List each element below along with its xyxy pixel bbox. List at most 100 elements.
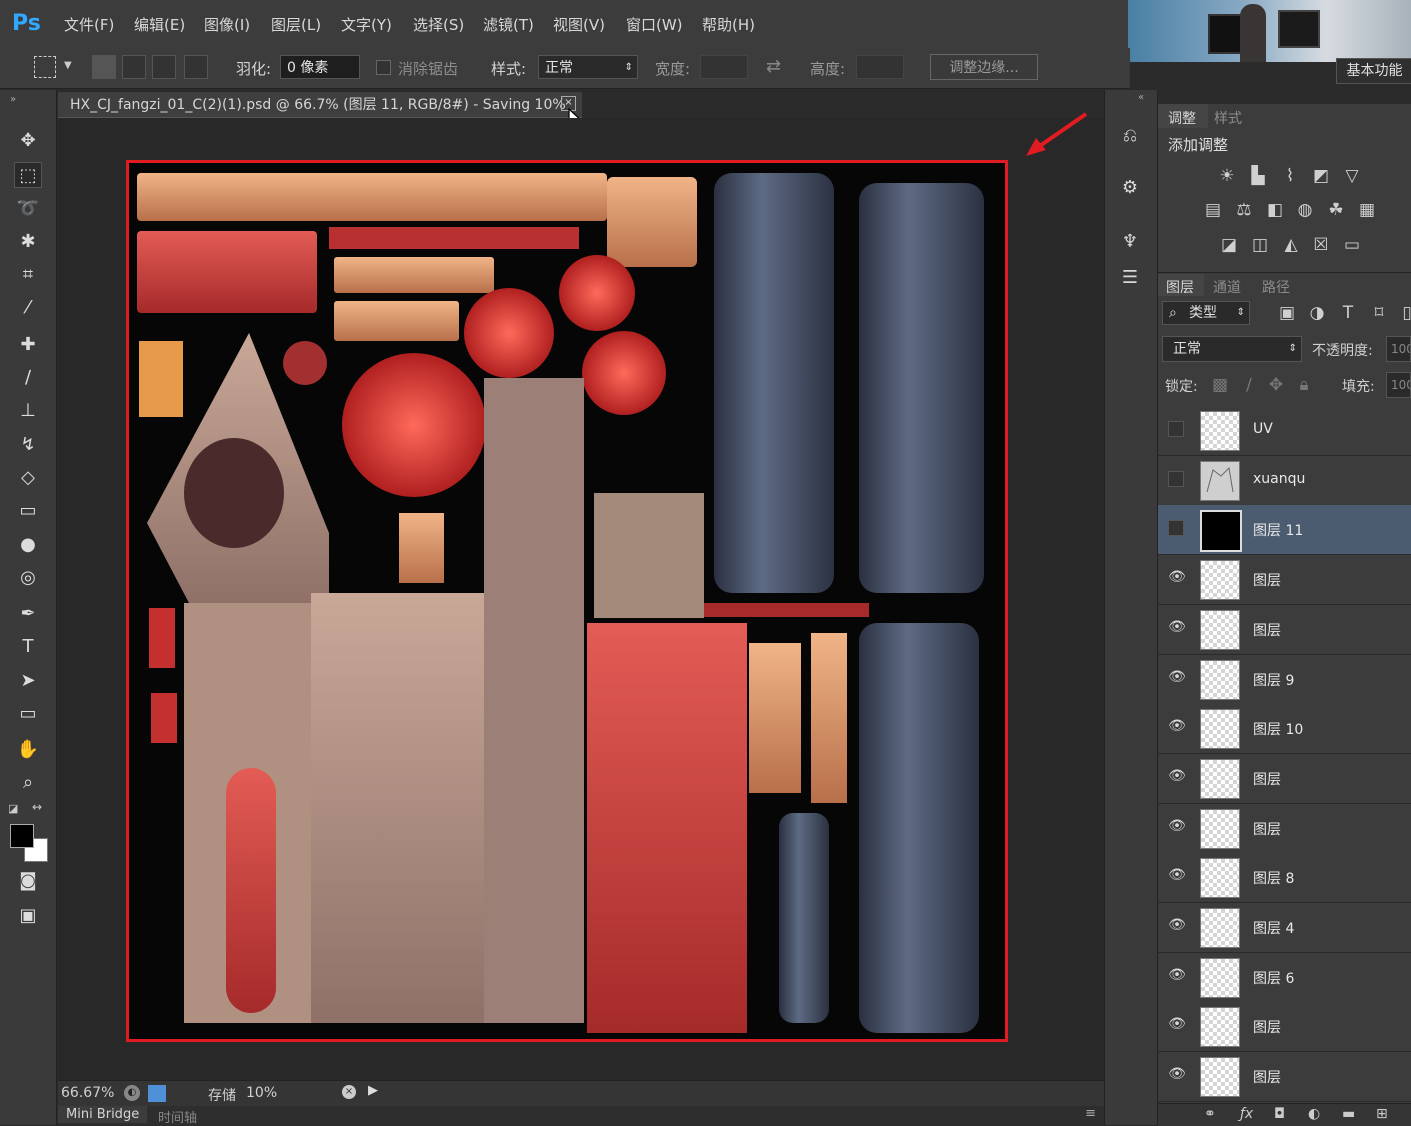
menu-type[interactable]: 文字(Y) xyxy=(341,14,392,35)
visibility-toggle[interactable] xyxy=(1168,471,1184,487)
foreground-color-swatch-front[interactable] xyxy=(10,824,34,848)
levels-icon[interactable]: ▙ xyxy=(1246,165,1270,187)
healing-brush-tool-icon[interactable]: ✚ xyxy=(14,332,42,358)
tab-mini-bridge[interactable]: Mini Bridge xyxy=(58,1106,148,1123)
layer-row[interactable]: 👁︎ 图层 9 xyxy=(1158,655,1411,705)
layer-row[interactable]: 👁︎ 图层 8 xyxy=(1158,853,1411,903)
vibrance-icon[interactable]: ▽ xyxy=(1340,165,1364,187)
threshold-icon[interactable]: ◭ xyxy=(1279,234,1303,256)
posterize-icon[interactable]: ◫ xyxy=(1248,234,1272,256)
lock-transparent-icon[interactable]: ▩ xyxy=(1208,374,1232,396)
antialias-checkbox[interactable] xyxy=(376,60,391,75)
layer-row[interactable]: UV xyxy=(1158,406,1411,456)
channel-mixer-icon[interactable]: ☘ xyxy=(1324,199,1348,221)
status-menu-arrow-icon[interactable]: ▶ xyxy=(368,1083,378,1098)
brightness-icon[interactable]: ☀ xyxy=(1215,165,1239,187)
filter-shape-icon[interactable]: ⌑ xyxy=(1367,302,1391,324)
filter-smart-object-icon[interactable]: ▯ xyxy=(1395,302,1411,324)
black-white-icon[interactable]: ◧ xyxy=(1263,199,1287,221)
visibility-eye-icon[interactable]: 👁︎ xyxy=(1168,568,1186,586)
fill-input[interactable]: 100 xyxy=(1386,372,1411,398)
tab-layers[interactable]: 图层 xyxy=(1166,277,1194,297)
history-panel-icon[interactable]: ⎌ xyxy=(1118,124,1142,148)
layer-row[interactable]: 👁︎ 图层 xyxy=(1158,1002,1411,1052)
style-select[interactable]: 正常 ⇕ xyxy=(538,55,638,79)
visibility-eye-icon[interactable]: 👁︎ xyxy=(1168,966,1186,984)
brush-tool-icon[interactable]: ∕ xyxy=(14,365,42,391)
layer-filter-select[interactable]: ⌕ 类型 ⇕ xyxy=(1162,301,1250,325)
rect-marquee-tool-icon[interactable]: ⬚ xyxy=(14,162,42,188)
move-tool-icon[interactable]: ✥ xyxy=(14,128,42,154)
menu-layer[interactable]: 图层(L) xyxy=(271,14,321,35)
menu-edit[interactable]: 编辑(E) xyxy=(134,14,185,35)
new-adjustment-layer-icon[interactable]: ◐ xyxy=(1308,1106,1320,1122)
lock-all-icon[interactable]: 🔒︎ xyxy=(1292,374,1316,396)
layer-row[interactable]: 👁︎ 图层 xyxy=(1158,804,1411,854)
expand-panels-icon[interactable]: « xyxy=(1138,92,1144,103)
menu-file[interactable]: 文件(F) xyxy=(64,14,114,35)
add-mask-icon[interactable]: ◘ xyxy=(1274,1106,1285,1122)
zoom-level[interactable]: 66.67% xyxy=(61,1085,114,1101)
zoom-tool-icon[interactable]: ⌕ xyxy=(14,770,42,796)
layer-row[interactable]: 👁︎ 图层 xyxy=(1158,605,1411,655)
invert-icon[interactable]: ◪ xyxy=(1217,234,1241,256)
cancel-save-icon[interactable]: × xyxy=(342,1085,356,1099)
menu-select[interactable]: 选择(S) xyxy=(413,14,464,35)
tab-paths[interactable]: 路径 xyxy=(1262,277,1290,297)
rectangle-tool-icon[interactable]: ▭ xyxy=(14,701,42,727)
layer-style-icon[interactable]: ƒx xyxy=(1240,1106,1253,1122)
lock-pixels-icon[interactable]: ∕ xyxy=(1237,374,1261,396)
visibility-toggle[interactable] xyxy=(1168,421,1184,437)
visibility-eye-icon[interactable]: 👁︎ xyxy=(1168,866,1186,884)
magic-wand-tool-icon[interactable]: ✱ xyxy=(14,229,42,255)
swap-colors-icon[interactable]: ↔ xyxy=(32,800,42,814)
eyedropper-tool-icon[interactable]: ⁄ xyxy=(14,295,42,321)
pen-tool-icon[interactable]: ✒ xyxy=(14,601,42,627)
menu-filter[interactable]: 滤镜(T) xyxy=(483,14,534,35)
filter-type-icon[interactable]: T xyxy=(1336,302,1360,324)
hand-tool-icon[interactable]: ✋ xyxy=(14,737,42,763)
status-info-icon[interactable]: ◐ xyxy=(124,1085,140,1101)
brush-presets-icon[interactable]: ♆ xyxy=(1118,230,1142,254)
width-input[interactable] xyxy=(700,55,748,79)
panel-menu-icon[interactable]: ≡ xyxy=(1085,1106,1096,1121)
eraser-tool-icon[interactable]: ◇ xyxy=(14,465,42,491)
tab-adjustments[interactable]: 调整 xyxy=(1168,108,1196,128)
gradient-map-icon[interactable]: ▭ xyxy=(1340,234,1364,256)
intersect-selection-icon[interactable] xyxy=(184,55,208,79)
collapse-toolbar-icon[interactable]: » xyxy=(10,94,16,105)
history-brush-tool-icon[interactable]: ↯ xyxy=(14,432,42,458)
dodge-tool-icon[interactable]: ◎ xyxy=(14,565,42,591)
curves-icon[interactable]: ⌇ xyxy=(1278,165,1302,187)
menu-help[interactable]: 帮助(H) xyxy=(702,14,755,35)
default-colors-icon[interactable]: ◪ xyxy=(8,802,18,815)
visibility-eye-icon[interactable]: 👁︎ xyxy=(1168,1015,1186,1033)
tab-styles[interactable]: 样式 xyxy=(1214,108,1242,128)
brush-panel-icon[interactable]: ☰ xyxy=(1118,266,1142,290)
add-selection-icon[interactable] xyxy=(122,55,146,79)
screen-mode-icon[interactable]: ▣ xyxy=(14,903,42,929)
visibility-eye-icon[interactable]: 👁︎ xyxy=(1168,916,1186,934)
marquee-preset-icon[interactable] xyxy=(34,56,56,78)
layer-row[interactable]: xuanqu xyxy=(1158,456,1411,506)
chevron-down-icon[interactable]: ▼ xyxy=(64,60,72,71)
layer-row[interactable]: 👁︎ 图层 xyxy=(1158,1052,1411,1102)
filter-adjustment-icon[interactable]: ◑ xyxy=(1305,302,1329,324)
blend-mode-select[interactable]: 正常 ⇕ xyxy=(1162,336,1302,362)
feather-input[interactable]: 0 像素 xyxy=(280,55,360,79)
layer-row[interactable]: 图层 11 xyxy=(1158,505,1411,555)
color-lookup-icon[interactable]: ▦ xyxy=(1355,199,1379,221)
layer-row[interactable]: 👁︎ 图层 xyxy=(1158,555,1411,605)
refine-edge-button[interactable]: 调整边缘... xyxy=(930,54,1038,80)
photo-filter-icon[interactable]: ◍ xyxy=(1293,199,1317,221)
lock-position-icon[interactable]: ✥ xyxy=(1264,374,1288,396)
path-selection-tool-icon[interactable]: ➤ xyxy=(14,668,42,694)
workspace-switcher[interactable]: 基本功能 xyxy=(1336,58,1411,84)
layer-row[interactable]: 👁︎ 图层 10 xyxy=(1158,704,1411,754)
visibility-eye-icon[interactable]: 👁︎ xyxy=(1168,668,1186,686)
visibility-eye-icon[interactable]: 👁︎ xyxy=(1168,717,1186,735)
selective-color-icon[interactable]: ☒ xyxy=(1309,234,1333,256)
menu-view[interactable]: 视图(V) xyxy=(553,14,605,35)
hue-saturation-icon[interactable]: ▤ xyxy=(1201,199,1225,221)
tab-channels[interactable]: 通道 xyxy=(1213,277,1241,297)
